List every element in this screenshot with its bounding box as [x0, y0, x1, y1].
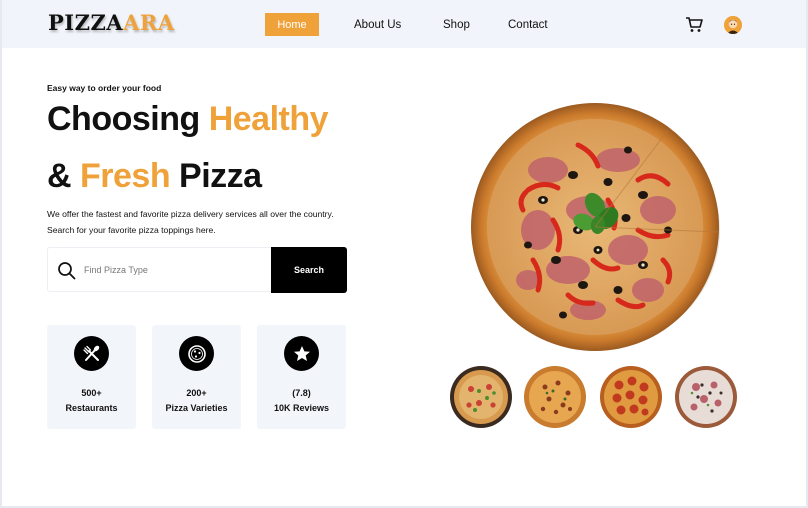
stat-card-pizza-varieties: 200+ Pizza Varieties: [152, 325, 241, 429]
user-avatar-icon[interactable]: [724, 16, 742, 34]
pizza-thumbnail-4[interactable]: [674, 365, 738, 429]
brand-logo-part1: PIZZA: [48, 10, 124, 35]
brand-logo[interactable]: PIZZAARA: [48, 10, 175, 35]
search-button[interactable]: Search: [271, 247, 347, 293]
nav-contact-link[interactable]: Contact: [508, 19, 548, 31]
stat-value: (7.8): [292, 388, 311, 398]
nav-about-link[interactable]: About Us: [354, 19, 401, 31]
stat-card-restaurants: 500+ Restaurants: [47, 325, 136, 429]
brand-logo-part2: ARA: [123, 10, 175, 35]
top-navbar: PIZZAARA Home About Us Shop Contact: [2, 0, 806, 48]
star-icon: [284, 336, 319, 371]
hero-heading-line1: Choosing Healthy: [47, 100, 329, 139]
nav-home-button[interactable]: Home: [265, 13, 319, 36]
stat-card-reviews: (7.8) 10K Reviews: [257, 325, 346, 429]
stat-value: 200+: [186, 388, 207, 398]
hero-description-line1: We offer the fastest and favorite pizza …: [47, 209, 334, 219]
hero-pizza-image: [471, 103, 720, 351]
stat-label: Restaurants: [65, 403, 118, 413]
utensils-icon: [74, 336, 109, 371]
hero-description-line2: Search for your favorite pizza toppings …: [47, 225, 216, 235]
stat-label: 10K Reviews: [273, 403, 330, 413]
search-icon: [58, 262, 76, 280]
stat-label: Pizza Varieties: [165, 403, 228, 413]
pizza-icon: [179, 336, 214, 371]
hero-heading-pizza: Pizza: [170, 157, 262, 195]
nav-shop-link[interactable]: Shop: [443, 19, 470, 31]
pizza-thumbnail-3[interactable]: [599, 365, 663, 429]
stat-value: 500+: [81, 388, 102, 398]
search-input[interactable]: [84, 260, 264, 280]
hero-heading-choosing: Choosing: [47, 100, 209, 138]
hero-heading-line2: & Fresh Pizza: [47, 157, 262, 196]
hero-heading-amp: &: [47, 157, 80, 195]
search-bar: Search: [47, 247, 347, 293]
pizza-thumbnail-2[interactable]: [523, 365, 587, 429]
pizza-thumbnail-1[interactable]: [449, 365, 513, 429]
cart-icon[interactable]: [685, 16, 703, 33]
hero-heading-fresh: Fresh: [80, 157, 171, 195]
hero-tagline: Easy way to order your food: [47, 83, 162, 93]
hero-heading-healthy: Healthy: [208, 100, 329, 138]
hero-description: We offer the fastest and favorite pizza …: [47, 206, 377, 238]
